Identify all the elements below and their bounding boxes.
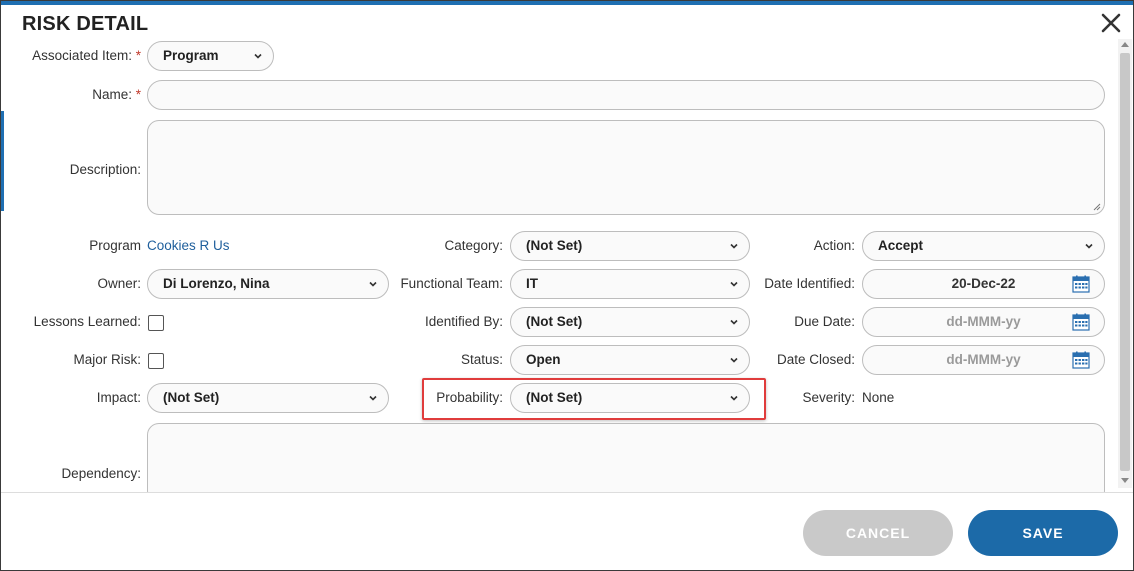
program-label: Program: [89, 238, 141, 253]
close-icon[interactable]: [1099, 11, 1123, 35]
major-risk-label: Major Risk:: [73, 352, 141, 367]
impact-label: Impact:: [96, 390, 141, 405]
dependency-label: Dependency:: [61, 466, 141, 481]
chevron-down-icon: [730, 243, 738, 249]
date-closed-label: Date Closed:: [776, 352, 855, 367]
functional-team-label: Functional Team:: [400, 276, 503, 291]
dependency-textarea[interactable]: [147, 423, 1105, 503]
chevron-down-icon: [254, 53, 262, 59]
lessons-learned-label: Lessons Learned:: [33, 314, 141, 329]
due-date-input[interactable]: dd-MMM-yy: [862, 307, 1105, 337]
owner-select[interactable]: Di Lorenzo, Nina: [147, 269, 389, 299]
background-page-strip: [1, 111, 4, 211]
cancel-button[interactable]: CANCEL: [803, 510, 953, 556]
action-label: Action:: [813, 238, 855, 253]
probability-highlight-box: [422, 378, 766, 420]
category-select[interactable]: (Not Set): [510, 231, 750, 261]
description-textarea[interactable]: [147, 120, 1105, 215]
severity-label: Severity:: [802, 390, 855, 405]
scroll-down-icon[interactable]: [1121, 478, 1129, 483]
description-label: Description:: [69, 162, 141, 177]
vertical-scrollbar[interactable]: [1118, 39, 1132, 488]
chevron-down-icon: [1085, 243, 1093, 249]
associated-item-label: Associated Item: *: [32, 48, 141, 63]
save-button[interactable]: SAVE: [968, 510, 1118, 556]
chevron-down-icon: [369, 395, 377, 401]
scroll-up-icon[interactable]: [1121, 42, 1129, 47]
associated-item-select[interactable]: Program: [147, 41, 274, 71]
chevron-down-icon: [730, 357, 738, 363]
resize-handle-icon[interactable]: [1093, 203, 1101, 211]
date-identified-input[interactable]: 20-Dec-22: [862, 269, 1105, 299]
date-identified-label: Date Identified:: [764, 276, 855, 291]
identified-by-select[interactable]: (Not Set): [510, 307, 750, 337]
lessons-learned-checkbox[interactable]: [148, 315, 164, 331]
dialog-footer: CANCEL SAVE: [1, 492, 1133, 570]
name-label: Name: *: [92, 87, 141, 102]
chevron-down-icon: [730, 319, 738, 325]
chevron-down-icon: [730, 281, 738, 287]
scrollbar-thumb[interactable]: [1120, 53, 1130, 471]
status-label: Status:: [460, 352, 503, 367]
status-select[interactable]: Open: [510, 345, 750, 375]
action-select[interactable]: Accept: [862, 231, 1105, 261]
calendar-icon[interactable]: [1072, 275, 1090, 293]
top-accent-bar: [1, 1, 1133, 5]
due-date-label: Due Date:: [794, 314, 855, 329]
identified-by-label: Identified By:: [424, 314, 503, 329]
name-input[interactable]: [147, 80, 1105, 110]
risk-detail-dialog: RISK DETAIL Associated Item: * Program N…: [0, 0, 1134, 571]
major-risk-checkbox[interactable]: [148, 353, 164, 369]
owner-label: Owner:: [97, 276, 141, 291]
impact-select[interactable]: (Not Set): [147, 383, 389, 413]
calendar-icon[interactable]: [1072, 313, 1090, 331]
functional-team-select[interactable]: IT: [510, 269, 750, 299]
program-link[interactable]: Cookies R Us: [147, 238, 230, 253]
date-closed-input[interactable]: dd-MMM-yy: [862, 345, 1105, 375]
dialog-title: RISK DETAIL: [22, 13, 149, 35]
severity-value: None: [862, 390, 895, 405]
chevron-down-icon: [369, 281, 377, 287]
category-label: Category:: [444, 238, 503, 253]
calendar-icon[interactable]: [1072, 351, 1090, 369]
